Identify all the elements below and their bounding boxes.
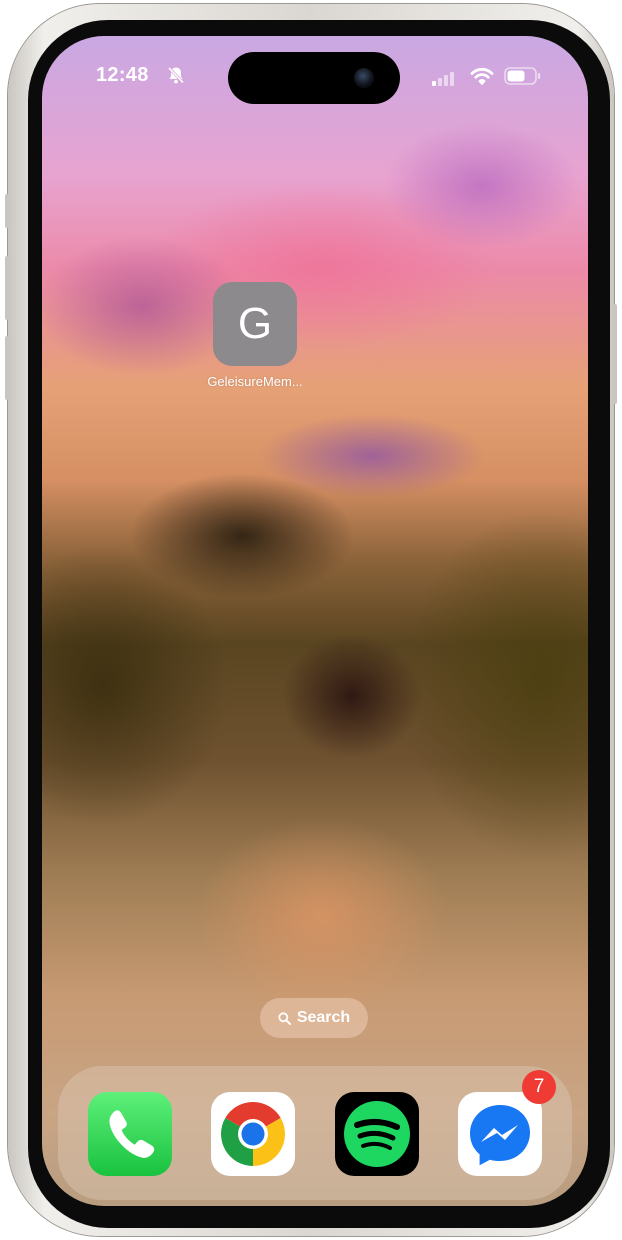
app-geleisurememories[interactable]: G GeleisureMem... — [196, 282, 314, 389]
spotlight-search-button[interactable]: Search — [260, 998, 368, 1038]
camera-icon — [354, 68, 374, 88]
messenger-badge: 7 — [522, 1070, 556, 1104]
messenger-icon — [470, 1105, 530, 1166]
volume-down-button — [5, 336, 9, 400]
battery-icon — [504, 67, 541, 85]
dynamic-island — [228, 52, 400, 104]
spotify-app[interactable] — [335, 1092, 419, 1176]
app-label: GeleisureMem... — [207, 374, 303, 389]
power-button — [613, 304, 617, 404]
search-label: Search — [296, 1009, 351, 1026]
status-time: 12:48 — [96, 64, 149, 86]
wifi-icon — [470, 67, 494, 85]
phone-icon — [109, 1110, 155, 1158]
action-button — [5, 194, 9, 228]
chrome-app[interactable] — [211, 1092, 295, 1176]
home-screen: 12:48 G GeleisureMem... Search 7 — [42, 36, 588, 1206]
search-icon — [278, 1011, 291, 1025]
volume-up-button — [5, 256, 9, 320]
phone-app[interactable] — [88, 1092, 172, 1176]
bell-slash-icon — [167, 66, 185, 84]
dock: 7 — [58, 1066, 572, 1200]
signal-icon — [432, 72, 454, 86]
spotify-icon — [344, 1101, 410, 1167]
messenger-app[interactable] — [458, 1092, 542, 1176]
chrome-icon — [221, 1102, 285, 1166]
app-icon-g[interactable]: G — [213, 282, 297, 366]
